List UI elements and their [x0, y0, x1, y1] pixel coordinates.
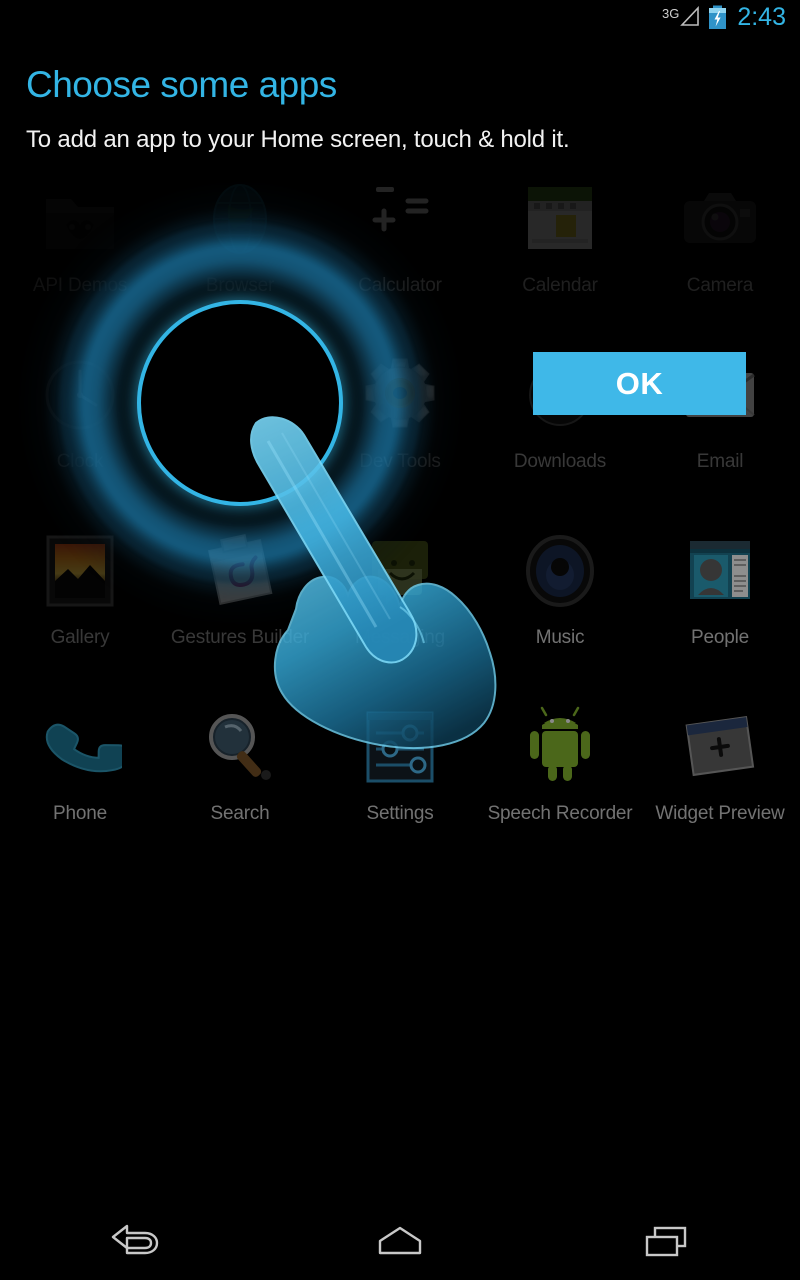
app-label: Custom Locale [177, 451, 303, 472]
app-label: Browser [205, 275, 275, 296]
app-label: Email [696, 451, 744, 472]
status-bar-clock: 2:43 [737, 2, 786, 31]
page-subtitle: To add an app to your Home screen, touch… [26, 126, 570, 153]
app-label: Clock [56, 451, 104, 472]
battery-charging-icon [708, 5, 727, 30]
clock-icon [36, 351, 124, 439]
app-item-music[interactable]: Music [480, 517, 640, 693]
app-label: Gallery [50, 627, 110, 648]
app-label: Search [210, 803, 270, 824]
app-label: Music [535, 627, 585, 648]
app-label: Calculator [358, 275, 442, 296]
gallery-photo-icon [36, 527, 124, 615]
camera-icon [676, 175, 764, 263]
app-label: Gestures Builder [170, 627, 310, 648]
app-grid: API Demos Browser Calculator Calendar Ca… [0, 165, 800, 869]
app-item-speech-recorder[interactable]: Speech Recorder [480, 693, 640, 869]
app-item-gestures-builder[interactable]: Gestures Builder [160, 517, 320, 693]
app-label: Dev Tools [359, 451, 441, 472]
app-label: Messaging [354, 627, 446, 648]
app-label: Camera [686, 275, 754, 296]
gear-icon [356, 351, 444, 439]
ok-button-label: OK [615, 365, 664, 401]
app-item-browser[interactable]: Browser [160, 165, 320, 341]
messaging-icon [356, 527, 444, 615]
android-app-picker-screen: 3G 2:43 Choose some apps To add an app t… [0, 0, 800, 1280]
recents-icon[interactable] [597, 1202, 737, 1280]
app-label: Settings [366, 803, 434, 824]
app-label: Widget Preview [655, 803, 785, 824]
music-speaker-icon [516, 527, 604, 615]
navigation-bar [0, 1202, 800, 1280]
signal-indicator: 3G [662, 6, 700, 28]
people-card-icon [676, 527, 764, 615]
gestures-builder-icon [196, 527, 284, 615]
api-demos-icon [36, 175, 124, 263]
status-bar: 3G 2:43 [0, 0, 800, 34]
app-label: Speech Recorder [487, 803, 633, 824]
app-item-camera[interactable]: Camera [640, 165, 800, 341]
app-item-settings[interactable]: Settings [320, 693, 480, 869]
ok-button[interactable]: OK [533, 352, 746, 415]
back-icon[interactable] [63, 1202, 203, 1280]
app-item-people[interactable]: People [640, 517, 800, 693]
app-label: Calendar [522, 275, 598, 296]
signal-triangle-icon [680, 6, 700, 28]
app-label: API Demos [32, 275, 128, 296]
widget-preview-icon [676, 703, 764, 791]
gear-icon [196, 351, 284, 439]
app-item-dev-tools[interactable]: Dev Tools [320, 341, 480, 517]
app-item-calculator[interactable]: Calculator [320, 165, 480, 341]
app-item-calendar[interactable]: Calendar [480, 165, 640, 341]
phone-handset-icon [36, 703, 124, 791]
app-item-api-demos[interactable]: API Demos [0, 165, 160, 341]
search-magnifier-icon [196, 703, 284, 791]
app-label: Downloads [513, 451, 607, 472]
settings-sliders-icon [356, 703, 444, 791]
calculator-icon [356, 175, 444, 263]
home-icon[interactable] [330, 1202, 470, 1280]
app-item-messaging[interactable]: Messaging [320, 517, 480, 693]
app-label: People [691, 627, 749, 648]
browser-globe-icon [196, 175, 284, 263]
app-item-search[interactable]: Search [160, 693, 320, 869]
app-label: Phone [53, 803, 107, 824]
calendar-icon [516, 175, 604, 263]
network-type-label: 3G [661, 6, 680, 21]
android-robot-icon [516, 703, 604, 791]
app-item-gallery[interactable]: Gallery [0, 517, 160, 693]
app-item-widget-preview[interactable]: Widget Preview [640, 693, 800, 869]
app-item-custom-locale[interactable]: Custom Locale [160, 341, 320, 517]
app-item-phone[interactable]: Phone [0, 693, 160, 869]
page-title: Choose some apps [26, 64, 337, 105]
app-item-clock[interactable]: Clock [0, 341, 160, 517]
